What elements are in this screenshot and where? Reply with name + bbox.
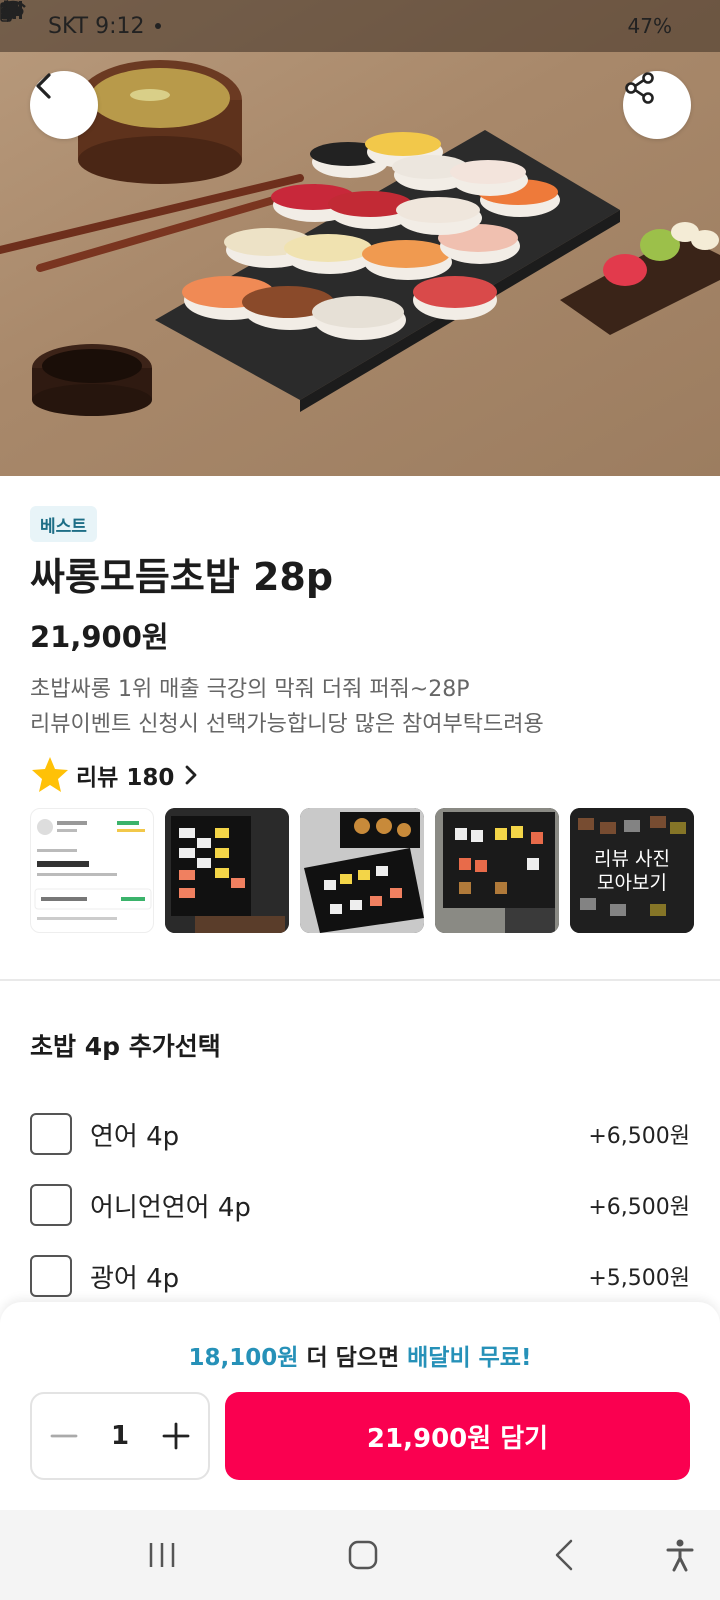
product-description: 초밥싸롱 1위 매출 극강의 막줘 더줘 퍼줘~28P 리뷰이벤트 신청시 선택… xyxy=(30,672,544,742)
options-section-title: 초밥 4p 추가선택 xyxy=(30,1032,221,1061)
review-photo[interactable] xyxy=(435,808,559,933)
review-photo[interactable] xyxy=(30,808,154,933)
review-photos: 리뷰 사진 모아보기 xyxy=(30,808,694,933)
best-badge: 베스트 xyxy=(30,506,97,542)
sushi-illustration xyxy=(0,60,720,416)
review-photo[interactable] xyxy=(165,808,289,933)
status-bar: SKT 9:12 47% xyxy=(0,0,720,52)
option-price: +6,500원 xyxy=(588,1195,690,1220)
recent-apps-button[interactable] xyxy=(137,1530,187,1580)
system-navigation-bar xyxy=(0,1510,720,1600)
review-screenshot-image xyxy=(34,819,152,920)
home-button[interactable] xyxy=(338,1530,388,1580)
option-checkbox[interactable] xyxy=(30,1255,72,1297)
quantity-value: 1 xyxy=(110,1421,130,1451)
share-icon xyxy=(625,72,654,104)
sushi-photo-image xyxy=(300,808,424,933)
star-icon xyxy=(32,757,68,792)
option-row[interactable]: 연어 4p +6,500원 xyxy=(30,1112,690,1156)
review-photos-more-button[interactable]: 리뷰 사진 모아보기 xyxy=(570,808,694,933)
battery-icon xyxy=(0,0,12,22)
accessibility-button[interactable] xyxy=(655,1530,705,1580)
promo-amount: 18,100원 xyxy=(188,1345,299,1371)
accessibility-icon xyxy=(666,1539,694,1572)
notification-dot-icon xyxy=(154,23,161,29)
recent-apps-icon xyxy=(149,1543,175,1567)
plus-icon xyxy=(162,1422,190,1450)
system-back-button[interactable] xyxy=(540,1530,590,1580)
status-time: SKT 9:12 xyxy=(48,13,145,39)
option-checkbox[interactable] xyxy=(30,1113,72,1155)
sushi-photo-image xyxy=(435,808,559,933)
review-photos-more-label: 리뷰 사진 모아보기 xyxy=(570,808,694,933)
reviews-link[interactable]: 리뷰 180 xyxy=(30,754,202,796)
option-row[interactable]: 광어 4p +5,500원 xyxy=(30,1254,690,1298)
home-icon xyxy=(348,1540,378,1570)
decrease-button[interactable] xyxy=(46,1418,82,1454)
share-button[interactable] xyxy=(623,71,691,139)
cart-bottom-sheet: 18,100원 더 담으면 배달비 무료! 1 21,900원 담기 xyxy=(0,1302,720,1510)
section-divider xyxy=(0,979,720,981)
option-row[interactable]: 어니언연어 4p +6,500원 xyxy=(30,1183,690,1227)
chevron-left-icon xyxy=(36,73,51,99)
option-price: +5,500원 xyxy=(588,1266,690,1291)
description-line: 초밥싸롱 1위 매출 극강의 막줘 더줘 퍼줘~28P xyxy=(30,677,470,702)
option-price: +6,500원 xyxy=(588,1124,690,1149)
chevron-right-icon xyxy=(185,765,197,785)
sushi-photo-image xyxy=(165,808,289,933)
option-name: 어니언연어 4p xyxy=(90,1192,251,1223)
option-checkbox[interactable] xyxy=(30,1184,72,1226)
minus-icon xyxy=(50,1434,78,1438)
reviews-label: 리뷰 180 xyxy=(76,765,175,791)
promo-highlight: 배달비 무료! xyxy=(407,1345,532,1371)
review-photo[interactable] xyxy=(300,808,424,933)
product-title: 싸롱모듬초밥 28p xyxy=(30,555,334,599)
promo-text: 더 담으면 xyxy=(298,1345,408,1371)
description-line: 리뷰이벤트 신청시 선택가능합니당 많은 참여부탁드려용 xyxy=(30,712,544,737)
product-price: 21,900원 xyxy=(30,620,169,654)
option-name: 연어 4p xyxy=(90,1121,180,1152)
option-name: 광어 4p xyxy=(90,1263,180,1294)
increase-button[interactable] xyxy=(158,1418,194,1454)
back-arrow-icon xyxy=(555,1539,573,1571)
add-to-cart-button[interactable]: 21,900원 담기 xyxy=(225,1392,690,1480)
free-delivery-promo: 18,100원 더 담으면 배달비 무료! xyxy=(0,1338,720,1372)
back-button[interactable] xyxy=(30,71,98,139)
quantity-stepper: 1 xyxy=(30,1392,210,1480)
product-hero-image: SKT 9:12 47% xyxy=(0,0,720,476)
battery-percent: 47% xyxy=(627,14,672,38)
